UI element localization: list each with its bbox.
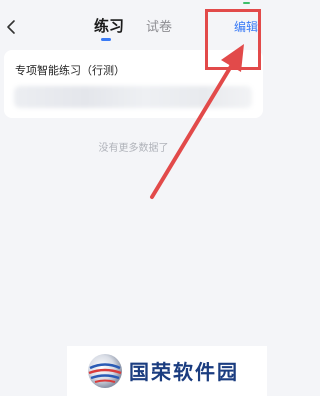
watermark-text: 国荣软件园 — [129, 360, 239, 384]
annotation-arrow-icon — [150, 44, 244, 199]
watermark: 国荣软件园 — [67, 346, 267, 396]
globe-logo-icon — [88, 354, 122, 388]
app-page: 练习 试卷 编辑 专项智能练习（行测） 没有更多数据了 国荣软件园 — [0, 0, 267, 396]
